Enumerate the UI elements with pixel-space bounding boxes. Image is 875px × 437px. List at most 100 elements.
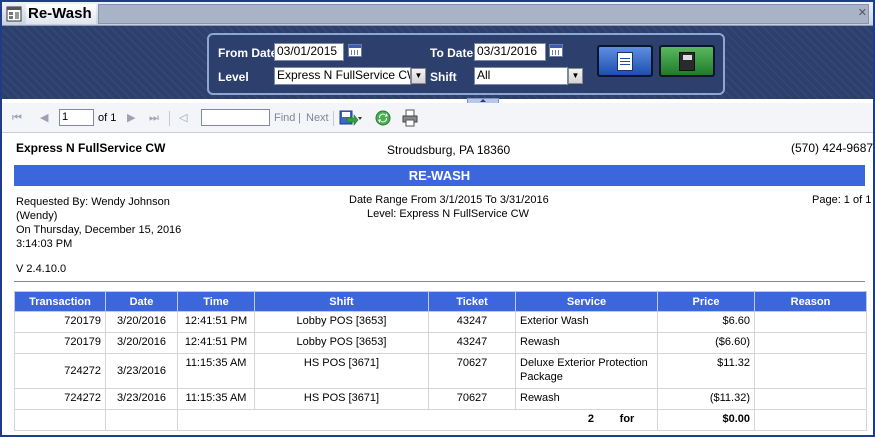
price-cell: $6.60 <box>657 311 755 333</box>
find-link[interactable]: Find <box>274 111 295 125</box>
next-link[interactable]: Next <box>306 111 329 125</box>
total-count: 2 <box>587 413 594 425</box>
totals-row: 2 for $0.00 <box>14 409 867 431</box>
column-header: Price <box>657 291 755 312</box>
empty-cell <box>14 409 106 431</box>
column-header: Reason <box>754 291 867 312</box>
find-divider: | <box>298 112 301 124</box>
date-cell: 3/23/2016 <box>105 353 178 389</box>
previous-page-icon[interactable]: ◀ <box>40 111 48 125</box>
report-level: Level: Express N FullService CW <box>367 208 529 220</box>
requested-date: On Thursday, December 15, 2016 <box>16 224 182 236</box>
report-window-icon <box>5 5 23 23</box>
reason-cell <box>754 353 867 389</box>
price-cell: ($6.60) <box>657 332 755 354</box>
next-page-icon[interactable]: ▶ <box>127 111 135 125</box>
ticket-cell: 70627 <box>428 353 516 389</box>
reason-cell <box>754 388 867 410</box>
save-button[interactable] <box>659 45 715 77</box>
time-cell: 11:15:35 AM <box>177 388 255 410</box>
window-title: Re-Wash <box>28 5 92 22</box>
date-cell: 3/20/2016 <box>105 332 178 354</box>
from-date-input[interactable]: 03/01/2015 <box>274 43 344 61</box>
shift-cell: Lobby POS [3653] <box>254 311 429 333</box>
title-bar: Re-Wash ✕ <box>2 2 873 26</box>
close-icon[interactable]: ✕ <box>858 8 867 19</box>
ticket-cell: 43247 <box>428 311 516 333</box>
to-date-input[interactable]: 03/31/2016 <box>474 43 546 61</box>
first-page-icon[interactable]: ⏮ <box>12 111 22 125</box>
calendar-icon[interactable] <box>549 44 563 57</box>
view-report-icon <box>617 52 633 71</box>
title-bar-filler <box>98 4 869 24</box>
calendar-icon[interactable] <box>348 44 362 57</box>
save-icon <box>679 52 695 71</box>
toolbar-separator <box>333 111 334 126</box>
column-header: Time <box>177 291 255 312</box>
total-for: for <box>619 413 635 425</box>
dropdown-arrow-icon[interactable]: ▼ <box>411 68 426 84</box>
time-cell: 12:41:51 PM <box>177 311 255 333</box>
column-header: Transaction <box>14 291 106 312</box>
rewash-table: Transaction Date Time Shift Ticket Servi… <box>14 291 867 431</box>
dropdown-arrow-icon[interactable]: ▼ <box>568 68 583 84</box>
company-name: Express N FullService CW <box>16 141 166 155</box>
last-page-icon[interactable]: ⏭ <box>149 111 159 125</box>
service-cell: Rewash <box>515 388 658 410</box>
total-price: $0.00 <box>657 409 755 431</box>
requested-time: 3:14:03 PM <box>16 238 73 250</box>
date-range: Date Range From 3/1/2015 To 3/31/2016 <box>349 194 549 206</box>
empty-cell <box>105 409 178 431</box>
from-date-label: From Date <box>218 46 278 60</box>
requested-by: Requested By: Wendy Johnson <box>16 196 170 208</box>
find-input[interactable] <box>201 109 270 126</box>
date-cell: 3/23/2016 <box>105 388 178 410</box>
table-row: 724272 3/23/2016 11:15:35 AM HS POS [367… <box>14 353 867 389</box>
reason-cell <box>754 332 867 354</box>
company-city: Stroudsburg, PA 18360 <box>387 143 511 157</box>
totals-count-cell: 2 for <box>177 409 658 431</box>
back-icon[interactable]: ◁ <box>179 111 187 125</box>
reason-cell <box>754 311 867 333</box>
table-row: 720179 3/20/2016 12:41:51 PM Lobby POS [… <box>14 311 867 333</box>
report-window: Re-Wash ✕ From Date 03/01/2015 To Date 0… <box>0 0 875 437</box>
column-header: Service <box>515 291 658 312</box>
transaction-cell: 720179 <box>14 332 106 354</box>
table-header-row: Transaction Date Time Shift Ticket Servi… <box>14 291 867 312</box>
transaction-cell: 724272 <box>14 353 106 389</box>
shift-cell: Lobby POS [3653] <box>254 332 429 354</box>
shift-cell: HS POS [3671] <box>254 353 429 389</box>
page-indicator: Page: 1 of 1 <box>812 194 872 206</box>
shift-select[interactable]: All <box>474 67 568 85</box>
column-header: Date <box>105 291 178 312</box>
parameters-panel: From Date 03/01/2015 To Date 03/31/2016 … <box>207 33 725 95</box>
refresh-icon[interactable] <box>374 109 392 127</box>
price-cell: ($11.32) <box>657 388 755 410</box>
transaction-cell: 720179 <box>14 311 106 333</box>
table-row: 724272 3/23/2016 11:15:35 AM HS POS [367… <box>14 388 867 410</box>
company-phone: (570) 424-9687 <box>791 141 874 155</box>
toolbar-separator <box>169 111 170 126</box>
export-icon[interactable] <box>339 109 363 127</box>
report-viewer-toolbar: ⏮ ◀ 1 of 1 ▶ ⏭ ◁ Find | Next <box>2 103 873 133</box>
service-cell: Rewash <box>515 332 658 354</box>
column-header: Shift <box>254 291 429 312</box>
time-cell: 12:41:51 PM <box>177 332 255 354</box>
date-cell: 3/20/2016 <box>105 311 178 333</box>
ticket-cell: 70627 <box>428 388 516 410</box>
report-page: Express N FullService CW Stroudsburg, PA… <box>2 134 873 435</box>
page-count: of 1 <box>98 112 117 124</box>
table-row: 720179 3/20/2016 12:41:51 PM Lobby POS [… <box>14 332 867 354</box>
ticket-cell: 43247 <box>428 332 516 354</box>
level-select[interactable]: Express N FullService CW <box>274 67 411 85</box>
to-date-label: To Date <box>430 46 474 60</box>
transaction-cell: 724272 <box>14 388 106 410</box>
parameters-band: From Date 03/01/2015 To Date 03/31/2016 … <box>2 26 873 99</box>
shift-label: Shift <box>430 70 457 84</box>
view-report-button[interactable] <box>597 45 653 77</box>
column-header: Ticket <box>428 291 516 312</box>
header-divider <box>14 281 865 282</box>
page-number-input[interactable]: 1 <box>59 109 94 126</box>
shift-cell: HS POS [3671] <box>254 388 429 410</box>
print-icon[interactable] <box>401 109 419 127</box>
